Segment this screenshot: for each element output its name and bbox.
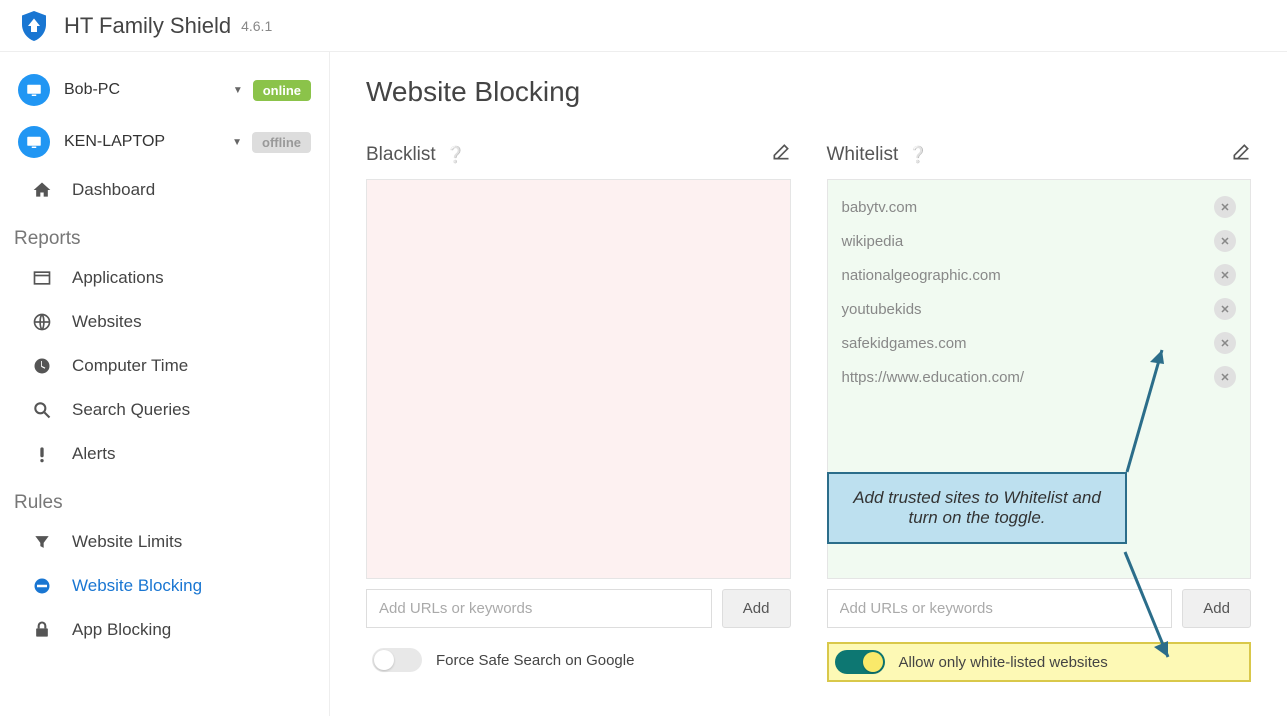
monitor-icon (18, 74, 50, 106)
home-icon (30, 180, 54, 200)
whitelist-column: Whitelist ❔ babytv.com✕ wikipedia✕ natio… (827, 142, 1252, 682)
globe-icon (30, 312, 54, 332)
status-badge: offline (252, 132, 311, 153)
block-icon (30, 576, 54, 596)
nav-label: Websites (72, 312, 142, 332)
alert-icon (30, 444, 54, 464)
nav-websites[interactable]: Websites (0, 300, 329, 344)
list-item: youtubekids✕ (828, 292, 1251, 326)
whitelist-only-row: Allow only white-listed websites (827, 642, 1252, 682)
nav-label: Alerts (72, 444, 115, 464)
safe-search-toggle[interactable] (372, 648, 422, 672)
app-title: HT Family Shield (64, 13, 231, 39)
device-ken-laptop[interactable]: KEN-LAPTOP ▼ offline (0, 116, 329, 168)
callout-arrow-icon (1090, 547, 1180, 667)
device-name: KEN-LAPTOP (64, 133, 222, 151)
list-item: wikipedia✕ (828, 224, 1251, 258)
remove-icon[interactable]: ✕ (1214, 264, 1236, 286)
blacklist-add-button[interactable]: Add (722, 589, 791, 628)
nav-website-blocking[interactable]: Website Blocking (0, 564, 329, 608)
nav-label: Search Queries (72, 400, 190, 420)
remove-icon[interactable]: ✕ (1214, 298, 1236, 320)
window-icon (30, 268, 54, 288)
nav-dashboard[interactable]: Dashboard (0, 168, 329, 212)
callout-tooltip: Add trusted sites to Whitelist and turn … (827, 472, 1127, 544)
help-icon[interactable]: ❔ (446, 145, 466, 165)
app-version: 4.6.1 (241, 18, 272, 34)
list-item: nationalgeographic.com✕ (828, 258, 1251, 292)
filter-icon (30, 532, 54, 552)
remove-icon[interactable]: ✕ (1214, 196, 1236, 218)
toggle-label: Allow only white-listed websites (899, 654, 1108, 671)
list-item: https://www.education.com/✕ (828, 360, 1251, 394)
blacklist-box (366, 179, 791, 579)
nav-alerts[interactable]: Alerts (0, 432, 329, 476)
help-icon[interactable]: ❔ (908, 145, 928, 165)
nav-website-limits[interactable]: Website Limits (0, 520, 329, 564)
clock-icon (30, 356, 54, 376)
shield-icon (16, 8, 52, 44)
nav-applications[interactable]: Applications (0, 256, 329, 300)
edit-icon[interactable] (771, 142, 791, 167)
nav-label: Dashboard (72, 180, 155, 200)
app-header: HT Family Shield 4.6.1 (0, 0, 1287, 52)
section-rules: Rules (0, 476, 329, 520)
device-name: Bob-PC (64, 81, 223, 99)
blacklist-column: Blacklist ❔ Add Force Safe Search on Goo… (366, 142, 791, 682)
nav-label: Applications (72, 268, 164, 288)
section-reports: Reports (0, 212, 329, 256)
page-title: Website Blocking (366, 76, 1251, 108)
remove-icon[interactable]: ✕ (1214, 332, 1236, 354)
nav-label: Computer Time (72, 356, 188, 376)
lock-icon (30, 620, 54, 640)
list-item: babytv.com✕ (828, 190, 1251, 224)
chevron-down-icon: ▼ (232, 137, 242, 148)
nav-search-queries[interactable]: Search Queries (0, 388, 329, 432)
chevron-down-icon: ▼ (233, 85, 243, 96)
sidebar: Bob-PC ▼ online KEN-LAPTOP ▼ offline Das… (0, 52, 330, 716)
whitelist-add-button[interactable]: Add (1182, 589, 1251, 628)
nav-computer-time[interactable]: Computer Time (0, 344, 329, 388)
whitelist-only-toggle[interactable] (835, 650, 885, 674)
nav-label: App Blocking (72, 620, 171, 640)
blacklist-input[interactable] (366, 589, 712, 628)
nav-label: Website Blocking (72, 576, 202, 596)
nav-app-blocking[interactable]: App Blocking (0, 608, 329, 652)
whitelist-title: Whitelist (827, 144, 899, 166)
edit-icon[interactable] (1231, 142, 1251, 167)
blacklist-title: Blacklist (366, 144, 436, 166)
status-badge: online (253, 80, 311, 101)
remove-icon[interactable]: ✕ (1214, 366, 1236, 388)
main-content: Website Blocking Blacklist ❔ Add F (330, 52, 1287, 716)
nav-label: Website Limits (72, 532, 182, 552)
device-bob-pc[interactable]: Bob-PC ▼ online (0, 64, 329, 116)
remove-icon[interactable]: ✕ (1214, 230, 1236, 252)
toggle-label: Force Safe Search on Google (436, 652, 634, 669)
monitor-icon (18, 126, 50, 158)
search-icon (30, 400, 54, 420)
safe-search-row: Force Safe Search on Google (366, 642, 791, 678)
list-item: safekidgames.com✕ (828, 326, 1251, 360)
